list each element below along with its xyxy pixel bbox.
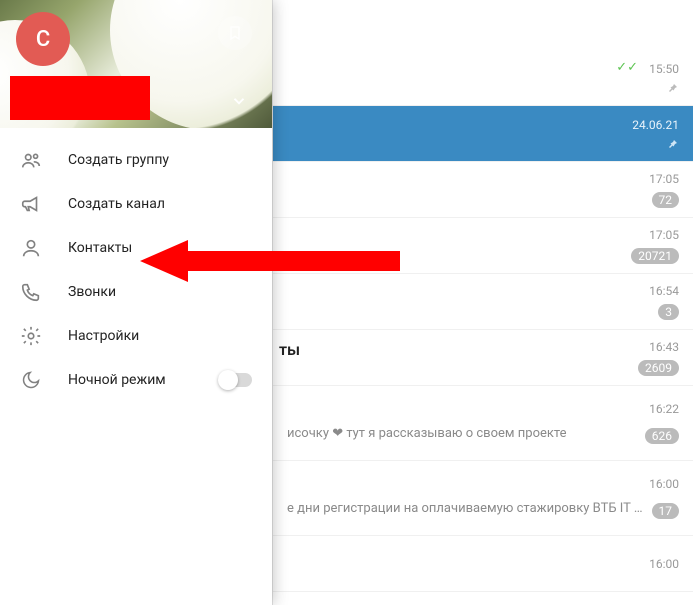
- menu-label: Создать группу: [68, 152, 169, 168]
- saved-messages-button[interactable]: [218, 16, 252, 50]
- menu-label: Ночной режим: [68, 372, 166, 388]
- unread-badge: 2609: [638, 360, 679, 376]
- chat-snippet: исочку ❤ тут я рассказываю о своем проек…: [287, 426, 637, 444]
- unread-badge: 626: [645, 428, 679, 444]
- person-icon: [20, 237, 42, 259]
- side-drawer: C Создать группу Создать канал: [0, 0, 272, 605]
- drawer-menu: Создать группу Создать канал Контакты Зв…: [0, 128, 272, 412]
- chat-time: 15:50: [649, 62, 679, 76]
- megaphone-icon: [20, 193, 42, 215]
- chat-row[interactable]: 17:05 20721: [273, 218, 693, 274]
- avatar-letter: C: [36, 27, 50, 52]
- menu-label: Контакты: [68, 240, 132, 256]
- chat-time: 24.06.21: [632, 118, 679, 132]
- chat-time: 16:00: [649, 557, 679, 571]
- unread-badge: 17: [652, 503, 680, 519]
- read-checks-icon: ✓✓: [616, 60, 638, 75]
- chat-row-selected[interactable]: 24.06.21: [273, 106, 693, 162]
- pin-icon: [667, 138, 679, 150]
- chat-time: 17:05: [649, 228, 679, 242]
- menu-item-settings[interactable]: Настройки: [0, 314, 272, 358]
- chevron-down-icon[interactable]: [230, 92, 248, 110]
- chat-row[interactable]: 16:54 3: [273, 274, 693, 330]
- menu-item-new-channel[interactable]: Создать канал: [0, 182, 272, 226]
- menu-label: Создать канал: [68, 196, 165, 212]
- chat-list: ✓✓ 15:50 24.06.21 17:05 72 17:05 20721 1…: [272, 0, 693, 605]
- pin-icon: [667, 82, 679, 94]
- unread-badge: 72: [652, 192, 680, 208]
- menu-item-contacts[interactable]: Контакты: [0, 226, 272, 270]
- chat-row[interactable]: 17:05 72: [273, 162, 693, 218]
- menu-item-calls[interactable]: Звонки: [0, 270, 272, 314]
- chat-row[interactable]: 16:00 е дни регистрации на оплачиваемую …: [273, 461, 693, 536]
- chat-time: 16:22: [649, 402, 679, 416]
- chat-time: 16:54: [649, 284, 679, 298]
- menu-item-night-mode[interactable]: Ночной режим: [0, 358, 272, 402]
- phone-icon: [20, 281, 42, 303]
- menu-item-new-group[interactable]: Создать группу: [0, 138, 272, 182]
- night-mode-toggle[interactable]: [218, 373, 252, 387]
- gear-icon: [20, 325, 42, 347]
- redacted-name-box: [10, 76, 150, 120]
- moon-icon: [20, 370, 42, 390]
- chat-row[interactable]: 16:43 ты 2609: [273, 330, 693, 386]
- chat-row[interactable]: 16:22 исочку ❤ тут я рассказываю о своем…: [273, 386, 693, 461]
- chat-row[interactable]: 16:00: [273, 536, 693, 592]
- drawer-header: C: [0, 0, 272, 128]
- chat-row[interactable]: ✓✓ 15:50: [273, 50, 693, 106]
- menu-label: Звонки: [68, 284, 116, 300]
- menu-label: Настройки: [68, 328, 139, 344]
- chat-time: 16:00: [649, 477, 679, 491]
- chat-time: 16:43: [649, 340, 679, 354]
- avatar[interactable]: C: [16, 12, 70, 66]
- group-icon: [20, 149, 42, 171]
- chat-time: 17:05: [649, 172, 679, 186]
- chat-snippet: е дни регистрации на оплачиваемую стажир…: [287, 501, 644, 519]
- chat-title-fragment: ты: [279, 340, 300, 359]
- unread-badge: 20721: [631, 248, 679, 264]
- unread-badge: 3: [658, 304, 679, 320]
